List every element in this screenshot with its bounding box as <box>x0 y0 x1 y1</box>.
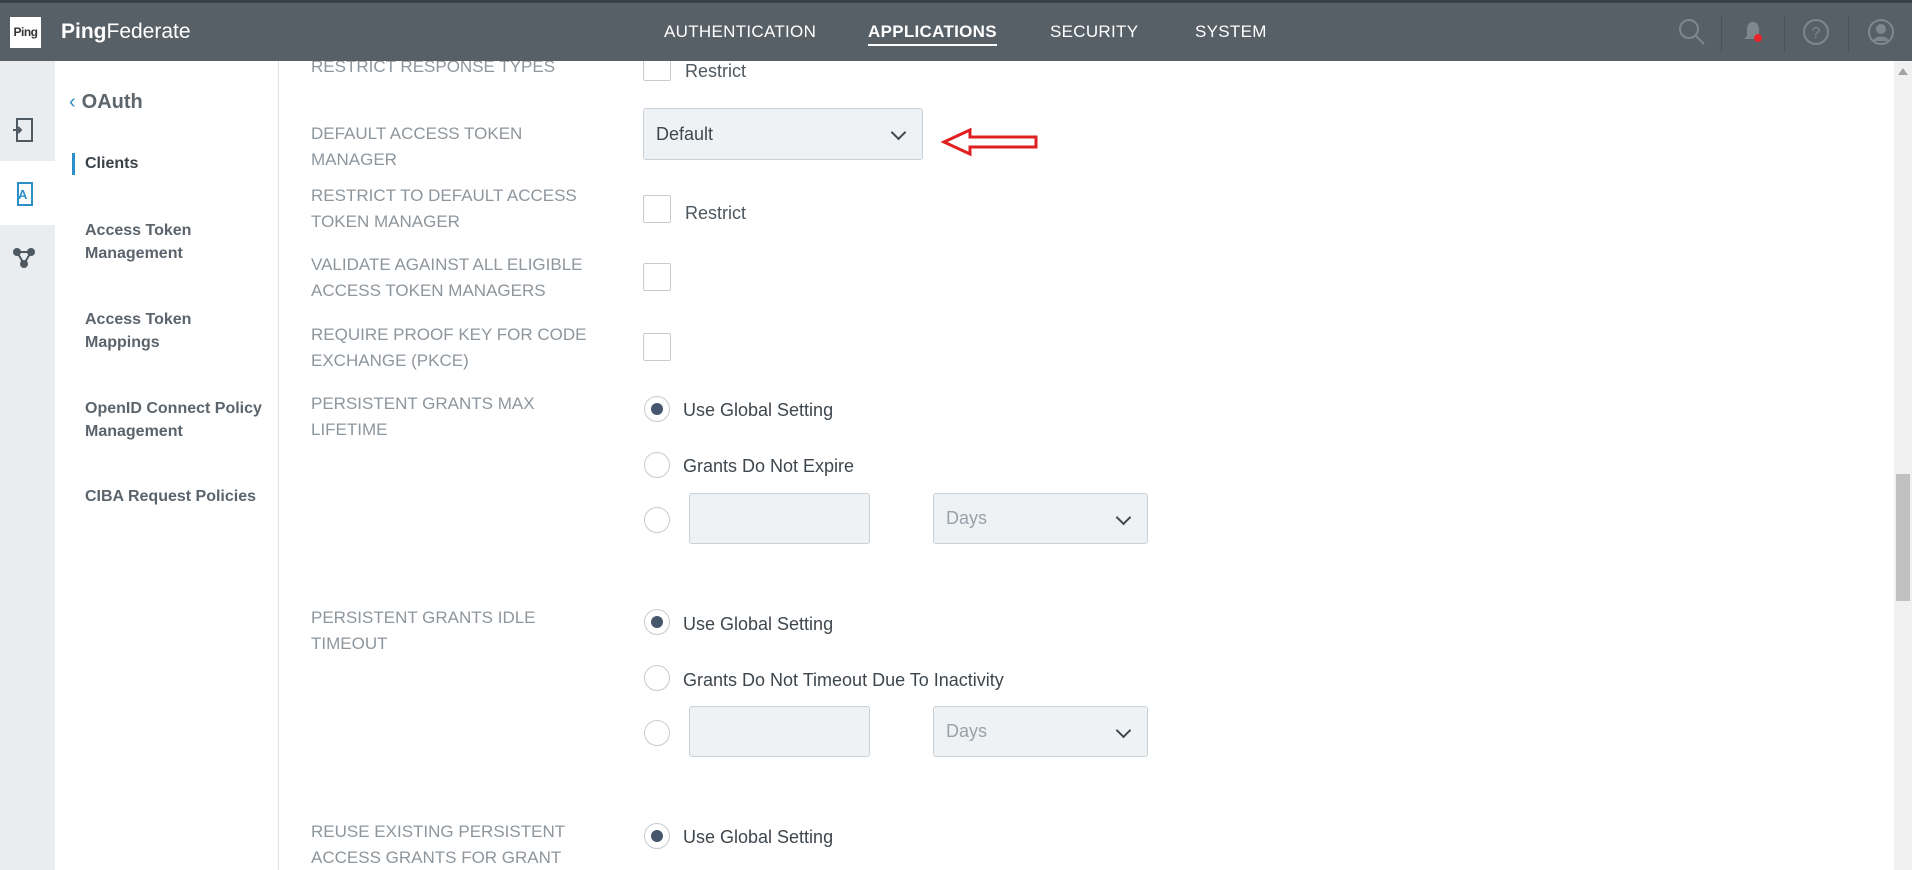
default-atm-select[interactable]: Default <box>643 108 923 160</box>
reuse-grants-label: REUSE EXISTING PERSISTENT ACCESS GRANTS … <box>311 822 565 867</box>
grants-idle-timeout-no-timeout-radio[interactable] <box>644 665 670 691</box>
default-atm-label: DEFAULT ACCESS TOKEN MANAGER <box>311 124 523 169</box>
sidebar-item-clients[interactable]: Clients <box>85 152 265 175</box>
scroll-up-arrow-icon[interactable] <box>1898 68 1908 75</box>
sidebar-item-openid-connect-policy-management[interactable]: OpenID Connect Policy Management <box>85 397 265 443</box>
chevron-left-icon: ‹ <box>69 91 76 113</box>
restrict-response-types-checkbox[interactable] <box>643 61 671 81</box>
chevron-down-icon <box>890 124 907 141</box>
grants-idle-timeout-global-text: Use Global Setting <box>683 614 834 634</box>
sidebar-section-title: OAuth <box>81 91 143 113</box>
grants-idle-timeout-custom-radio[interactable] <box>644 720 670 746</box>
help-icon[interactable]: ? <box>1801 17 1831 47</box>
nav-authentication[interactable]: AUTHENTICATION <box>664 22 816 42</box>
grants-max-lifetime-label: PERSISTENT GRANTS MAX LIFETIME <box>311 394 535 439</box>
validate-all-atm-checkbox[interactable] <box>643 263 671 291</box>
back-to-oauth[interactable]: ‹ OAuth <box>69 91 143 114</box>
grants-max-lifetime-unit-select[interactable]: Days <box>933 493 1148 544</box>
rail-item-applications[interactable]: A <box>0 161 55 225</box>
red-annotation-arrow <box>940 127 1038 157</box>
brand-bold: Ping <box>61 20 107 43</box>
scrollbar-thumb[interactable] <box>1896 474 1910 601</box>
restrict-response-types-text: Restrict <box>685 61 747 81</box>
notification-bell-icon[interactable] <box>1738 17 1768 47</box>
page-scrollbar[interactable] <box>1894 61 1912 870</box>
rail-item-token-exchange[interactable] <box>0 97 55 161</box>
restrict-default-atm-checkbox[interactable] <box>643 195 671 223</box>
ping-logo[interactable]: Ping <box>10 17 41 48</box>
brand-light: Federate <box>106 20 191 43</box>
reuse-grants-global-radio[interactable] <box>644 823 670 849</box>
pkce-label: REQUIRE PROOF KEY FOR CODE EXCHANGE (PKC… <box>311 325 587 370</box>
grants-idle-timeout-unit-select[interactable]: Days <box>933 706 1148 757</box>
pkce-checkbox[interactable] <box>643 333 671 361</box>
grants-max-lifetime-global-radio[interactable] <box>644 396 670 422</box>
sidebar-item-ciba-request-policies[interactable]: CIBA Request Policies <box>85 485 265 508</box>
restrict-default-atm-label: RESTRICT TO DEFAULT ACCESS TOKEN MANAGER <box>311 186 577 231</box>
grants-max-lifetime-input[interactable] <box>689 493 870 544</box>
nav-system[interactable]: SYSTEM <box>1195 22 1267 42</box>
sidebar-item-access-token-mappings[interactable]: Access Token Mappings <box>85 308 265 354</box>
grants-max-lifetime-global-text: Use Global Setting <box>683 400 834 420</box>
grants-idle-timeout-no-timeout-text: Grants Do Not Timeout Due To Inactivity <box>683 670 1004 690</box>
oauth-sidebar: ‹ OAuth Clients Access Token Management A… <box>55 61 279 870</box>
product-name: PingFederate <box>61 20 191 44</box>
grants-max-lifetime-no-expire-text: Grants Do Not Expire <box>683 456 855 476</box>
reuse-grants-global-text: Use Global Setting <box>683 827 834 847</box>
default-atm-value: Default <box>656 124 714 144</box>
selected-indicator <box>72 153 75 175</box>
search-icon[interactable] <box>1677 17 1707 47</box>
top-navigation-bar: Ping PingFederate AUTHENTICATION APPLICA… <box>0 0 1912 61</box>
grants-max-lifetime-unit-value: Days <box>946 508 988 528</box>
grants-max-lifetime-custom-radio[interactable] <box>644 507 670 533</box>
chevron-down-icon <box>1115 722 1132 738</box>
svg-text:A: A <box>18 187 28 202</box>
applications-icon: A <box>17 182 33 206</box>
grants-idle-timeout-label: PERSISTENT GRANTS IDLE TIMEOUT <box>311 608 536 653</box>
user-profile-icon[interactable] <box>1866 17 1896 47</box>
restrict-response-types-label: RESTRICT RESPONSE TYPES <box>311 61 556 76</box>
left-icon-rail: A <box>0 61 55 870</box>
validate-all-atm-label: VALIDATE AGAINST ALL ELIGIBLE ACCESS TOK… <box>311 255 583 300</box>
svg-text:?: ? <box>1812 25 1821 42</box>
nav-security[interactable]: SECURITY <box>1050 22 1138 42</box>
grants-max-lifetime-no-expire-radio[interactable] <box>644 452 670 478</box>
grants-idle-timeout-input[interactable] <box>689 706 870 757</box>
nav-applications[interactable]: APPLICATIONS <box>868 22 997 46</box>
client-form: RESTRICT RESPONSE TYPES Restrict DEFAULT… <box>280 61 1894 870</box>
restrict-default-atm-text: Restrict <box>685 203 747 223</box>
token-exchange-icon <box>13 118 33 142</box>
rail-item-integration[interactable] <box>0 225 55 289</box>
grants-idle-timeout-unit-value: Days <box>946 721 988 741</box>
integration-icon <box>13 248 35 268</box>
chevron-down-icon <box>1115 509 1132 525</box>
grants-idle-timeout-global-radio[interactable] <box>644 609 670 635</box>
sidebar-item-access-token-management[interactable]: Access Token Management <box>85 219 265 265</box>
